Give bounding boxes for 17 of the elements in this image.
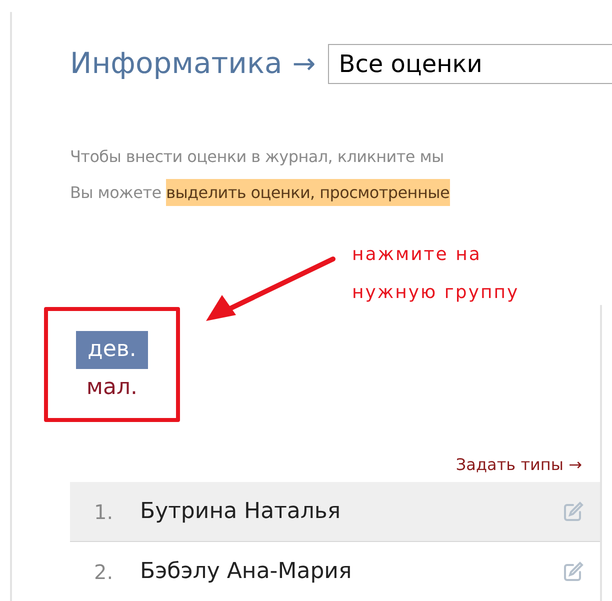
set-types-link[interactable]: Задать типы → xyxy=(456,453,582,477)
arrow-text: → xyxy=(292,46,316,82)
edit-icon[interactable] xyxy=(562,560,584,582)
student-name[interactable]: Бутрина Наталья xyxy=(140,495,562,528)
row-number: 1. xyxy=(94,498,114,526)
hint-text: Вы можете выделить оценки, просмотренные xyxy=(70,178,612,208)
hint-text: Чтобы внести оценки в журнал, кликните мы xyxy=(70,146,445,168)
group-option[interactable]: дев. xyxy=(76,331,148,369)
row-number: 2. xyxy=(94,558,114,586)
annotation-text: нажмите на xyxy=(352,243,482,267)
grade-select[interactable]: Все оценки xyxy=(328,44,612,84)
edit-icon[interactable] xyxy=(562,500,584,522)
subject-title: Информатика xyxy=(70,45,282,82)
student-name[interactable]: Бэбэлу Ана-Мария xyxy=(140,555,562,588)
student-row[interactable]: 1. Бутрина Наталья xyxy=(70,482,600,542)
annotation-text: нужную группу xyxy=(352,281,520,305)
group-option[interactable]: мал. xyxy=(74,369,150,407)
